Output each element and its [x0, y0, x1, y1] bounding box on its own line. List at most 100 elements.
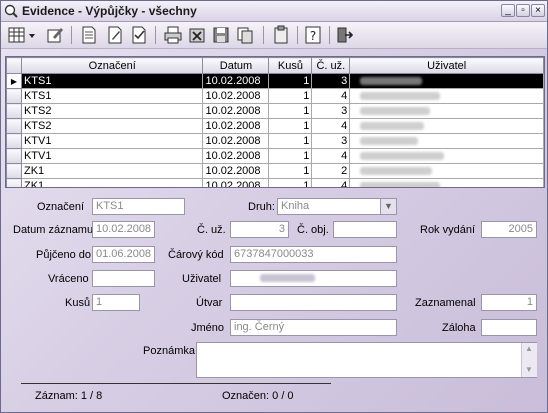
cell-datum: 10.02.2008: [202, 163, 270, 179]
uzivatel-field[interactable]: [230, 270, 397, 287]
redacted-user-name: [360, 77, 423, 86]
maximize-button[interactable]: ▫: [516, 4, 530, 17]
edit-icon[interactable]: [45, 25, 65, 45]
poznamka-scrollbar[interactable]: ▲ ▼: [521, 343, 537, 377]
cell-oznaceni: KTV1: [20, 133, 204, 149]
cell-cuz: 4: [311, 118, 351, 134]
datum-field[interactable]: 10.02.2008: [92, 221, 155, 238]
column-header-cuz[interactable]: Č. už.: [311, 57, 351, 74]
table-row[interactable]: KTS2 10.02.2008 1 4: [6, 118, 544, 134]
copy-icon[interactable]: [235, 25, 255, 45]
toolbar: ?: [1, 22, 547, 49]
toolbar-separator: [71, 26, 72, 44]
save-icon[interactable]: [211, 25, 231, 45]
redacted-user-name: [360, 122, 425, 131]
redacted-user-name: [360, 107, 431, 116]
cell-uzivatel: [349, 103, 544, 119]
column-header-oznaceni[interactable]: Označení: [20, 57, 204, 74]
column-header-kusu[interactable]: Kusů: [268, 57, 313, 74]
poznamka-label: Poznámka: [143, 345, 195, 357]
close-button[interactable]: ×: [531, 4, 545, 17]
zaloha-field[interactable]: [481, 319, 537, 336]
current-row-arrow-icon: ▶: [10, 77, 18, 86]
delete-icon[interactable]: [187, 25, 207, 45]
chevron-down-icon[interactable]: ▼: [380, 199, 396, 214]
scroll-down-icon[interactable]: ▼: [525, 365, 533, 374]
cell-datum: 10.02.2008: [202, 133, 270, 149]
marked-count: Označen: 0 / 0: [222, 390, 294, 402]
cell-cuz: 4: [311, 178, 351, 187]
status-divider: [21, 383, 331, 384]
cell-oznaceni: ZK1: [20, 163, 204, 179]
rok-vydani-field[interactable]: 2005: [481, 221, 537, 238]
toolbar-separator: [263, 26, 264, 44]
cell-kusu: 1: [268, 148, 313, 164]
cell-uzivatel: [349, 88, 544, 104]
datum-label: Datum záznamu: [13, 224, 94, 236]
cuz-field[interactable]: 3: [230, 221, 289, 238]
utvar-field[interactable]: [230, 294, 397, 311]
document-check-icon[interactable]: [129, 25, 149, 45]
records-table: Označení Datum Kusů Č. už. Uživatel ▶ KTS…: [6, 57, 544, 187]
cell-kusu: 1: [268, 73, 313, 89]
records-grid[interactable]: Označení Datum Kusů Č. už. Uživatel ▶ KTS…: [5, 56, 545, 188]
table-row[interactable]: KTV1 10.02.2008 1 4: [6, 148, 544, 164]
document-edit-icon[interactable]: [105, 25, 125, 45]
carovy-kod-field[interactable]: 6737847000033: [230, 246, 397, 263]
cell-oznaceni: KTV1: [20, 148, 204, 164]
header-indicator: [6, 57, 22, 74]
row-indicator: [6, 103, 22, 119]
table-row[interactable]: ▶ KTS1 10.02.2008 1 3: [6, 73, 544, 89]
table-icon[interactable]: [7, 25, 27, 45]
row-indicator: [6, 148, 22, 164]
table-row[interactable]: ZK1 10.02.2008 1 4: [6, 178, 544, 187]
column-header-datum[interactable]: Datum: [202, 57, 270, 74]
jmeno-field[interactable]: ing. Černý: [230, 319, 397, 336]
kusu-field[interactable]: 1: [92, 294, 140, 311]
svg-text:?: ?: [310, 29, 316, 43]
cell-oznaceni: ZK1: [20, 178, 204, 187]
cobj-field[interactable]: [333, 221, 397, 238]
cell-datum: 10.02.2008: [202, 118, 270, 134]
oznaceni-field[interactable]: KTS1: [92, 198, 185, 215]
title-bar[interactable]: Evidence - Výpůjčky - všechny _ ▫ ×: [1, 1, 547, 22]
table-row[interactable]: KTS1 10.02.2008 1 4: [6, 88, 544, 104]
table-row[interactable]: ZK1 10.02.2008 1 2: [6, 163, 544, 179]
cell-kusu: 1: [268, 88, 313, 104]
column-header-uzivatel[interactable]: Uživatel: [349, 57, 544, 74]
redacted-user-name: [360, 137, 419, 146]
row-indicator: [6, 133, 22, 149]
redacted-user-name: [360, 167, 433, 176]
cell-kusu: 1: [268, 118, 313, 134]
cell-datum: 10.02.2008: [202, 88, 270, 104]
vraceno-label: Vráceno: [48, 273, 89, 285]
pujceno-field[interactable]: 01.06.2008: [92, 246, 155, 263]
minimize-icon: _: [505, 5, 511, 16]
carovy-kod-label: Čárový kód: [168, 249, 224, 261]
druh-label: Druh:: [248, 201, 275, 213]
minimize-button[interactable]: _: [501, 4, 515, 17]
druh-select[interactable]: Kniha ▼: [277, 198, 397, 215]
exit-icon[interactable]: [335, 25, 355, 45]
pujceno-label: Půjčeno do: [36, 249, 92, 261]
zaznamenal-field[interactable]: 1: [481, 294, 537, 311]
redacted-user-name: [360, 152, 445, 161]
scroll-up-icon[interactable]: ▲: [525, 344, 533, 353]
dropdown-arrow-icon[interactable]: [27, 25, 37, 45]
record-position: Záznam: 1 / 8: [35, 390, 103, 402]
table-row[interactable]: KTV1 10.02.2008 1 3: [6, 133, 544, 149]
document-icon[interactable]: [79, 25, 99, 45]
cell-cuz: 3: [311, 103, 351, 119]
maximize-icon: ▫: [521, 5, 525, 16]
redacted-user-name: [360, 92, 441, 101]
row-indicator: [6, 118, 22, 134]
table-row[interactable]: KTS2 10.02.2008 1 3: [6, 103, 544, 119]
cell-uzivatel: [349, 178, 544, 187]
cobj-label: Č. obj.: [297, 224, 329, 236]
clipboard-icon[interactable]: [271, 25, 291, 45]
print-icon[interactable]: [163, 25, 183, 45]
row-indicator: [6, 178, 22, 187]
poznamka-textarea[interactable]: [196, 342, 537, 378]
vraceno-field[interactable]: [92, 270, 155, 287]
help-icon[interactable]: ?: [303, 25, 323, 45]
